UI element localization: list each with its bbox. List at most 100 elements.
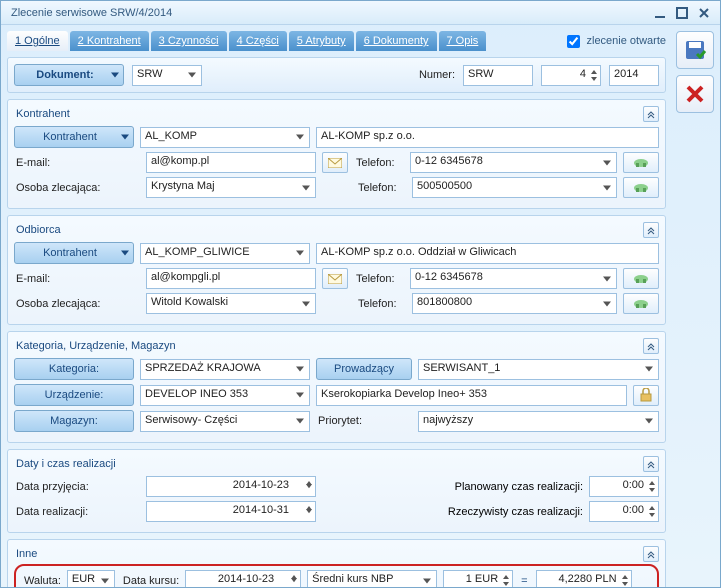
tel-label: Telefon:: [354, 273, 404, 285]
collapse-icon[interactable]: [643, 222, 659, 238]
email-label: E-mail:: [14, 273, 140, 285]
kurs-label: Data kursu:: [121, 575, 179, 587]
tel2-label: Telefon:: [356, 182, 406, 194]
kategoria-value[interactable]: SPRZEDAŻ KRAJOWA: [140, 359, 310, 380]
odbiorca-osoba[interactable]: Witold Kowalski: [146, 293, 316, 314]
odbiorca-picker[interactable]: Kontrahent: [14, 242, 134, 264]
kurs-type[interactable]: Średni kurs NBP: [307, 570, 437, 587]
main-pane: 1 Ogólne 2 Kontrahent 3 Czynności 4 Częś…: [1, 25, 672, 587]
collapse-icon[interactable]: [643, 106, 659, 122]
waluta-label: Waluta:: [22, 575, 61, 587]
odbiorca-tel[interactable]: 0-12 6345678: [410, 268, 617, 289]
save-button[interactable]: [676, 31, 714, 69]
group-kontrahent: Kontrahent Kontrahent AL_KOMP AL-KOMP sp…: [7, 99, 666, 209]
kategoria-button[interactable]: Kategoria:: [14, 358, 134, 380]
equals-sign: =: [519, 575, 529, 587]
collapse-icon[interactable]: [643, 338, 659, 354]
dokument-dropdown[interactable]: Dokument:: [14, 64, 124, 86]
tel-label: Telefon:: [354, 157, 404, 169]
urzadzenie-value[interactable]: DEVELOP INEO 353: [140, 385, 310, 406]
close-button[interactable]: [694, 5, 714, 21]
window-title: Zlecenie serwisowe SRW/4/2014: [7, 7, 648, 19]
open-order-checkbox[interactable]: zlecenie otwarte: [567, 35, 667, 48]
numer-label: Numer:: [417, 69, 455, 81]
minimize-button[interactable]: [650, 5, 670, 21]
phone-icon[interactable]: [623, 152, 659, 173]
collapse-icon[interactable]: [643, 456, 659, 472]
phone-icon[interactable]: [623, 293, 659, 314]
prowadzacy-value[interactable]: SERWISANT_1: [418, 359, 659, 380]
odbiorca-tel2[interactable]: 801800800: [412, 293, 617, 314]
titlebar: Zlecenie serwisowe SRW/4/2014: [1, 1, 720, 25]
odbiorca-code[interactable]: AL_KOMP_GLIWICE: [140, 243, 310, 264]
tab-atrybuty[interactable]: 5 Atrybuty: [289, 31, 354, 51]
group-kategoria: Kategoria, Urządzenie, Magazyn Kategoria…: [7, 331, 666, 443]
group-kategoria-title: Kategoria, Urządzenie, Magazyn: [16, 340, 176, 352]
currency-highlight: Waluta: EUR Data kursu: 2014-10-23 Średn…: [14, 564, 659, 587]
action-sidebar: [672, 25, 720, 587]
data-realizacji[interactable]: 2014-10-31: [146, 501, 316, 522]
numer-year[interactable]: 2014: [609, 65, 659, 86]
rzecz-label: Rzeczywisty czas realizacji:: [448, 506, 583, 518]
osoba-label: Osoba zlecająca:: [14, 182, 140, 194]
group-kontrahent-title: Kontrahent: [16, 108, 70, 120]
open-order-check[interactable]: [567, 35, 580, 48]
prowadzacy-button[interactable]: Prowadzący: [316, 358, 412, 380]
email-icon[interactable]: [322, 268, 348, 289]
email-icon[interactable]: [322, 152, 348, 173]
dokument-type[interactable]: SRW: [132, 65, 202, 86]
data-realizacji-label: Data realizacji:: [14, 506, 140, 518]
kontrahent-tel[interactable]: 0-12 6345678: [410, 152, 617, 173]
urzadzenie-desc[interactable]: Kserokopiarka Develop Ineo+ 353: [316, 385, 627, 406]
rzecz-value[interactable]: 0:00: [589, 501, 659, 522]
email-label: E-mail:: [14, 157, 140, 169]
data-przyjecia[interactable]: 2014-10-23: [146, 476, 316, 497]
kontrahent-picker[interactable]: Kontrahent: [14, 126, 134, 148]
kurs-date[interactable]: 2014-10-23: [185, 570, 301, 587]
tab-bar: 1 Ogólne 2 Kontrahent 3 Czynności 4 Częś…: [7, 31, 666, 51]
one-eur[interactable]: 1 EUR: [443, 570, 513, 587]
rate[interactable]: 4,2280 PLN: [536, 570, 632, 587]
app-window: Zlecenie serwisowe SRW/4/2014 1 Ogólne 2…: [0, 0, 721, 588]
magazyn-button[interactable]: Magazyn:: [14, 410, 134, 432]
priorytet-value[interactable]: najwyższy: [418, 411, 659, 432]
magazyn-value[interactable]: Serwisowy- Części: [140, 411, 310, 432]
tel2-label: Telefon:: [356, 298, 406, 310]
group-daty: Daty i czas realizacji Data przyjęcia: 2…: [7, 449, 666, 533]
tab-kontrahent[interactable]: 2 Kontrahent: [70, 31, 149, 51]
kontrahent-tel2[interactable]: 500500500: [412, 177, 617, 198]
phone-icon[interactable]: [623, 268, 659, 289]
odbiorca-email[interactable]: al@kompgli.pl: [146, 268, 316, 289]
maximize-button[interactable]: [672, 5, 692, 21]
group-odbiorca-title: Odbiorca: [16, 224, 61, 236]
phone-icon[interactable]: [623, 177, 659, 198]
tab-dokumenty[interactable]: 6 Dokumenty: [356, 31, 437, 51]
group-inne-title: Inne: [16, 548, 37, 560]
tab-czynnosci[interactable]: 3 Czynności: [151, 31, 227, 51]
data-przyjecia-label: Data przyjęcia:: [14, 481, 140, 493]
waluta-value[interactable]: EUR: [67, 570, 115, 587]
tab-opis[interactable]: 7 Opis: [439, 31, 487, 51]
tab-general[interactable]: 1 Ogólne: [7, 31, 68, 51]
document-row: Dokument: SRW Numer: SRW 4 2014: [7, 57, 666, 93]
kontrahent-osoba[interactable]: Krystyna Maj: [146, 177, 316, 198]
group-inne: Inne Waluta: EUR Data kursu: 2014-10-23 …: [7, 539, 666, 587]
plan-value[interactable]: 0:00: [589, 476, 659, 497]
priorytet-label: Priorytet:: [316, 415, 412, 427]
open-order-label: zlecenie otwarte: [587, 35, 667, 47]
osoba-label: Osoba zlecająca:: [14, 298, 140, 310]
kontrahent-code[interactable]: AL_KOMP: [140, 127, 310, 148]
numer-prefix[interactable]: SRW: [463, 65, 533, 86]
plan-label: Planowany czas realizacji:: [455, 481, 583, 493]
cancel-button[interactable]: [676, 75, 714, 113]
numer-value[interactable]: 4: [541, 65, 601, 86]
tab-czesci[interactable]: 4 Części: [229, 31, 287, 51]
urzadzenie-button[interactable]: Urządzenie:: [14, 384, 134, 406]
odbiorca-name[interactable]: AL-KOMP sp.z o.o. Oddział w Gliwicach: [316, 243, 659, 264]
kontrahent-name[interactable]: AL-KOMP sp.z o.o.: [316, 127, 659, 148]
lock-icon[interactable]: [633, 385, 659, 406]
group-daty-title: Daty i czas realizacji: [16, 458, 116, 470]
group-odbiorca: Odbiorca Kontrahent AL_KOMP_GLIWICE AL-K…: [7, 215, 666, 325]
kontrahent-email[interactable]: al@komp.pl: [146, 152, 316, 173]
collapse-icon[interactable]: [643, 546, 659, 562]
